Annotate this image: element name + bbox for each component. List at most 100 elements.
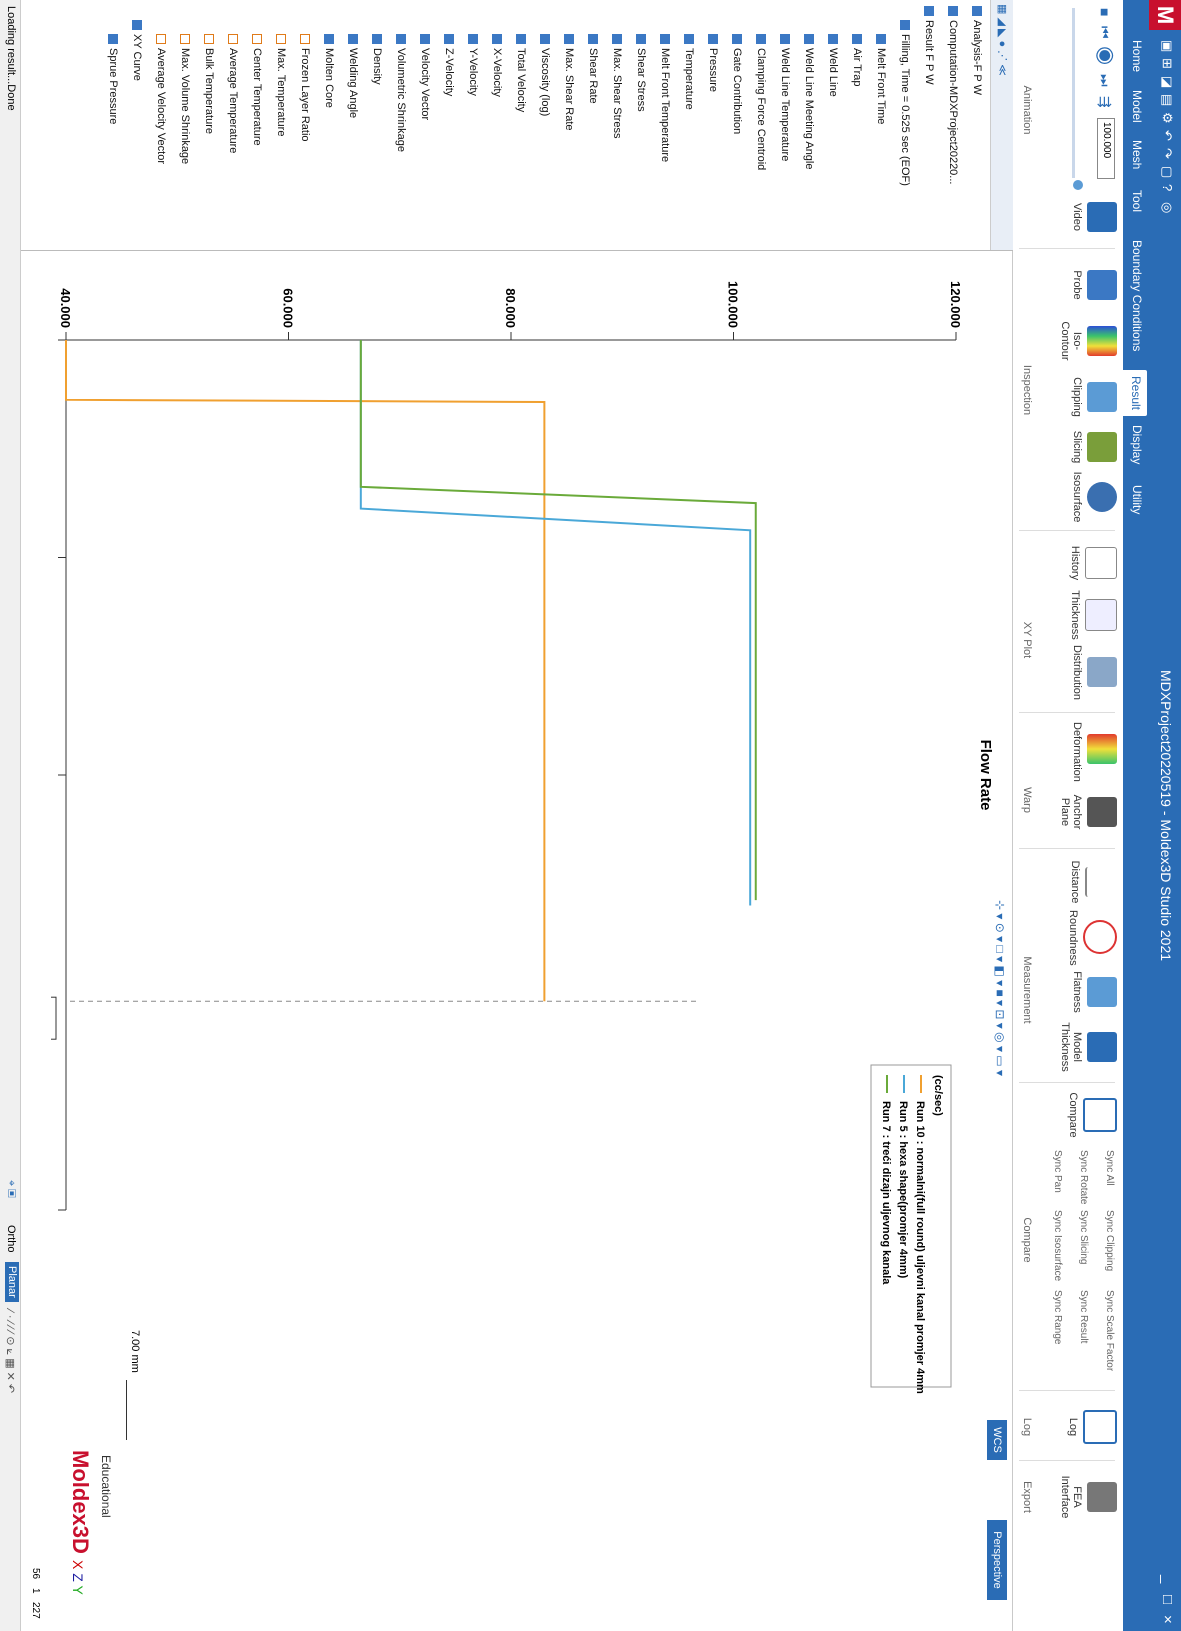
tab-utility[interactable]: Utility xyxy=(1130,485,1144,514)
thickness-button[interactable]: Thickness xyxy=(1069,588,1117,642)
tree-item[interactable]: Velocity Vector xyxy=(419,34,431,120)
result-item-icon xyxy=(755,34,766,44)
tree-item[interactable]: Max. Temperature xyxy=(275,34,287,136)
play-icon[interactable]: ◉ xyxy=(1093,46,1119,65)
first-frame-icon[interactable]: ⏮ xyxy=(1096,26,1113,39)
history-button[interactable]: History xyxy=(1069,536,1117,590)
model-thickness-button[interactable]: Model Thickness xyxy=(1059,1020,1117,1074)
tree-item[interactable]: Max. Shear Rate xyxy=(563,34,575,131)
compare-icon xyxy=(1083,1098,1117,1132)
minimize-icon[interactable]: _ xyxy=(1159,1575,1176,1583)
distance-button[interactable]: Distance xyxy=(1069,855,1117,909)
sync-rotate-button[interactable]: Sync Rotate xyxy=(1078,1150,1089,1204)
anchor-plane-button[interactable]: Anchor Plane xyxy=(1059,785,1117,839)
distribution-button[interactable]: Distribution xyxy=(1071,645,1117,700)
iso-contour-button[interactable]: Iso-Contour xyxy=(1059,314,1117,368)
animation-slider-handle[interactable] xyxy=(1073,180,1083,190)
tree-item[interactable]: Welding Angle xyxy=(347,34,359,118)
y-tick-label: 40.000 xyxy=(58,288,73,328)
tree-item[interactable]: Computation-MDXProject20220... xyxy=(947,6,959,184)
tree-item[interactable]: Center Temperature xyxy=(251,34,263,146)
tree-item[interactable]: XY Curve xyxy=(131,20,143,81)
step-icon[interactable]: ⇶ xyxy=(1096,96,1113,108)
tab-result[interactable]: Result xyxy=(1123,370,1147,417)
animation-slider[interactable] xyxy=(1072,8,1075,178)
tree-item[interactable]: Viscosity (log) xyxy=(539,34,551,116)
view-mode-icons[interactable]: ⌖ ▣ xyxy=(4,1180,17,1198)
sync-isosurface-button[interactable]: Sync Isosurface xyxy=(1052,1210,1063,1281)
last-frame-icon[interactable]: ⏭ xyxy=(1096,74,1113,87)
tree-item[interactable]: Result F P W xyxy=(923,6,935,85)
tree-item[interactable]: Volumetric Shrinkage xyxy=(395,34,407,152)
tree-item[interactable]: Frozen Layer Ratio xyxy=(299,34,311,142)
tab-mesh[interactable]: Mesh xyxy=(1130,140,1144,169)
restore-icon[interactable]: □ xyxy=(1159,1595,1176,1604)
sync-range-button[interactable]: Sync Range xyxy=(1052,1290,1063,1344)
ortho-toggle[interactable]: Ortho xyxy=(5,1225,17,1253)
tab-home[interactable]: Home xyxy=(1130,40,1144,72)
sync-scale-factor-button[interactable]: Sync Scale Factor xyxy=(1104,1290,1115,1371)
sync-pan-button[interactable]: Sync Pan xyxy=(1052,1150,1063,1193)
flatness-button[interactable]: Flatness xyxy=(1071,965,1117,1019)
tab-model[interactable]: Model xyxy=(1130,90,1144,123)
distance-icon xyxy=(1085,867,1117,897)
tree-item[interactable]: Z-Velocity xyxy=(443,34,455,96)
tree-item[interactable]: Analysis-F P W xyxy=(971,6,983,95)
result-item-icon xyxy=(827,34,838,44)
tree-item-label: Computation-MDXProject20220... xyxy=(947,20,959,185)
tree-item[interactable]: Weld Line Meeting Angle xyxy=(803,34,815,170)
sync-clipping-button[interactable]: Sync Clipping xyxy=(1104,1210,1115,1271)
zoom-input[interactable]: 100.000 xyxy=(1097,118,1115,179)
sync-result-button[interactable]: Sync Result xyxy=(1078,1290,1089,1343)
fea-interface-button[interactable]: FEA Interface xyxy=(1059,1470,1117,1524)
stop-icon[interactable]: ■ xyxy=(1097,8,1113,16)
roundness-button[interactable]: Roundness xyxy=(1067,910,1117,966)
tree-item[interactable]: Filling, Time = 0.525 sec (EOF) xyxy=(899,20,911,186)
tree-item[interactable]: Max. Volume Shrinkage xyxy=(179,34,191,164)
result-item-icon xyxy=(851,34,862,44)
tree-item[interactable]: Sprue Pressure xyxy=(107,34,119,124)
tree-item[interactable]: Temperature xyxy=(683,34,695,110)
tree-toolbar-icons[interactable]: ▦ ◢ ◣ ● ⋰ ≪ xyxy=(996,4,1009,76)
tree-item[interactable]: Clamping Force Centroid xyxy=(755,34,767,170)
sync-all-button[interactable]: Sync All xyxy=(1104,1150,1115,1186)
log-button[interactable]: Log xyxy=(1067,1400,1117,1454)
planar-toggle[interactable]: Planar xyxy=(5,1262,19,1302)
tree-item[interactable]: Pressure xyxy=(707,34,719,92)
result-item-icon xyxy=(299,34,310,44)
tree-item[interactable]: Shear Rate xyxy=(587,34,599,104)
deformation-button[interactable]: Deformation xyxy=(1071,722,1117,782)
separator xyxy=(1019,848,1115,849)
tab-display[interactable]: Display xyxy=(1130,425,1144,464)
tab-tool[interactable]: Tool xyxy=(1130,190,1144,212)
probe-button[interactable]: Probe xyxy=(1071,258,1117,312)
tree-item[interactable]: Melt Front Time xyxy=(875,34,887,124)
sync-slicing-button[interactable]: Sync Slicing xyxy=(1078,1210,1089,1264)
tree-item[interactable]: Average Temperature xyxy=(227,34,239,153)
tree-item[interactable]: Air Trap xyxy=(851,34,863,87)
tree-item[interactable]: Bulk Temperature xyxy=(203,34,215,134)
clipping-button[interactable]: Clipping xyxy=(1071,370,1117,424)
compare-button[interactable]: Compare xyxy=(1067,1088,1117,1142)
slicing-button[interactable]: Slicing xyxy=(1071,420,1117,474)
snap-tools[interactable]: ∕ · ∕ ∕ ∕ ⊙ ⟀ ▦ ✕ ↶ xyxy=(3,1310,17,1393)
tree-item[interactable]: X-Velocity xyxy=(491,34,503,97)
close-icon[interactable]: × xyxy=(1159,1615,1176,1624)
tree-item[interactable]: Molten Core xyxy=(323,34,335,108)
tree-item[interactable]: Weld Line xyxy=(827,34,839,97)
separator xyxy=(1019,1390,1115,1391)
tree-item[interactable]: Weld Line Temperature xyxy=(779,34,791,161)
tree-item[interactable]: Y-Velocity xyxy=(467,34,479,96)
video-button[interactable]: Video xyxy=(1071,190,1117,244)
separator xyxy=(1019,1082,1115,1083)
series-line-0 xyxy=(65,340,546,1002)
tree-item[interactable]: Average Velocity Vector xyxy=(155,34,167,164)
tab-boundary-conditions[interactable]: Boundary Conditions xyxy=(1130,240,1144,351)
tree-item[interactable]: Gate Contribution xyxy=(731,34,743,134)
tree-item[interactable]: Total Velocity xyxy=(515,34,527,112)
tree-item[interactable]: Density xyxy=(371,34,383,85)
isosurface-button[interactable]: Isosurface xyxy=(1071,470,1117,524)
tree-item[interactable]: Max. Shear Stress xyxy=(611,34,623,138)
tree-item[interactable]: Shear Stress xyxy=(635,34,647,112)
tree-item[interactable]: Melt Front Temperature xyxy=(659,34,671,162)
